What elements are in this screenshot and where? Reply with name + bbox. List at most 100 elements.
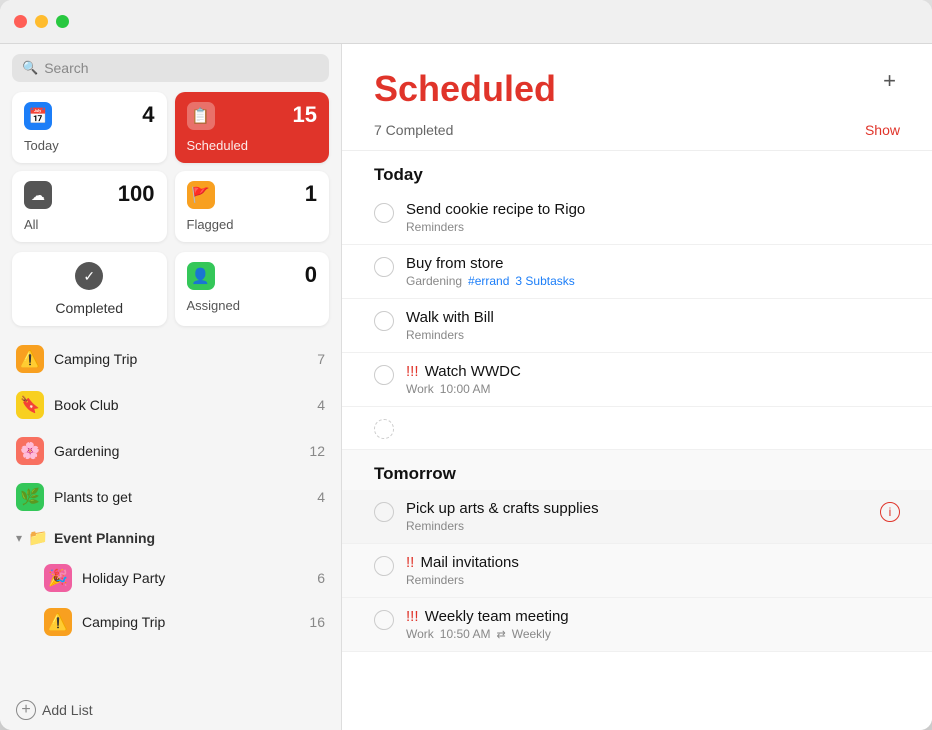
maximize-button[interactable] bbox=[56, 15, 69, 28]
reminder-item-walk-bill[interactable]: Walk with Bill Reminders bbox=[342, 299, 932, 353]
reminder-item-empty[interactable] bbox=[342, 407, 932, 450]
camping-trip-sub-count: 16 bbox=[309, 614, 325, 630]
reminder-title-text: Pick up arts & crafts supplies bbox=[406, 500, 599, 517]
reminder-circle-dashed[interactable] bbox=[374, 419, 394, 439]
scheduled-label: Scheduled bbox=[187, 138, 318, 153]
sub-list-item-holiday-party[interactable]: 🎉 Holiday Party 6 bbox=[0, 556, 341, 600]
reminder-time: 10:50 AM bbox=[440, 627, 491, 641]
list-item-plants-to-get[interactable]: 🌿 Plants to get 4 bbox=[0, 474, 341, 520]
reminder-item-buy-store[interactable]: Buy from store Gardening #errand 3 Subta… bbox=[342, 245, 932, 299]
reminder-circle[interactable] bbox=[374, 203, 394, 223]
reminder-title: !! Mail invitations bbox=[406, 554, 900, 571]
reminder-subtitle: Work 10:00 AM bbox=[406, 382, 900, 396]
reminder-list-name: Reminders bbox=[406, 519, 464, 533]
today-section-header: Today bbox=[342, 151, 932, 191]
smart-card-all[interactable]: ☁ 100 All bbox=[12, 171, 167, 242]
reminder-list-name: Work bbox=[406, 627, 434, 641]
reminder-title: !!! Watch WWDC bbox=[406, 363, 900, 380]
camping-trip-name: Camping Trip bbox=[54, 351, 307, 367]
reminder-circle[interactable] bbox=[374, 257, 394, 277]
assigned-count: 0 bbox=[305, 262, 317, 288]
add-list-label: Add List bbox=[42, 702, 93, 718]
all-icon: ☁ bbox=[24, 181, 52, 209]
camping-trip-icon: ⚠️ bbox=[16, 345, 44, 373]
gardening-count: 12 bbox=[309, 443, 325, 459]
reminder-content: !! Mail invitations Reminders bbox=[406, 554, 900, 587]
priority-indicator: !!! bbox=[406, 363, 419, 380]
smart-card-completed[interactable]: ✓ Completed bbox=[12, 252, 167, 326]
list-item-camping-trip[interactable]: ⚠️ Camping Trip 7 bbox=[0, 336, 341, 382]
completed-card-label: Completed bbox=[55, 300, 123, 316]
reminder-title: Buy from store bbox=[406, 255, 900, 272]
info-icon[interactable]: i bbox=[880, 502, 900, 522]
group-folder-icon: 📁 bbox=[28, 528, 48, 548]
reminder-item-pickup-arts[interactable]: Pick up arts & crafts supplies Reminders… bbox=[342, 490, 932, 544]
add-list-button[interactable]: + Add List bbox=[0, 690, 341, 730]
reminder-circle[interactable] bbox=[374, 610, 394, 630]
search-bar[interactable]: 🔍 Search bbox=[12, 54, 329, 82]
reminder-content: !!! Watch WWDC Work 10:00 AM bbox=[406, 363, 900, 396]
list-item-gardening[interactable]: 🌸 Gardening 12 bbox=[0, 428, 341, 474]
reminder-title: Send cookie recipe to Rigo bbox=[406, 201, 900, 218]
smart-card-today[interactable]: 📅 4 Today bbox=[12, 92, 167, 163]
reminder-subtitle: Gardening #errand 3 Subtasks bbox=[406, 274, 900, 288]
reminder-circle[interactable] bbox=[374, 502, 394, 522]
tomorrow-section-header: Tomorrow bbox=[342, 450, 932, 490]
main-header: Scheduled + bbox=[342, 44, 932, 118]
content-area: 🔍 Search 📅 4 Today 📋 15 bbox=[0, 44, 932, 730]
smart-card-flagged[interactable]: 🚩 1 Flagged bbox=[175, 171, 330, 242]
minimize-button[interactable] bbox=[35, 15, 48, 28]
scheduled-icon: 📋 bbox=[187, 102, 215, 130]
reminder-title-text: Mail invitations bbox=[421, 554, 519, 571]
tomorrow-section: Tomorrow Pick up arts & crafts supplies … bbox=[342, 450, 932, 652]
reminder-content: Buy from store Gardening #errand 3 Subta… bbox=[406, 255, 900, 288]
holiday-party-icon: 🎉 bbox=[44, 564, 72, 592]
reminder-circle[interactable] bbox=[374, 556, 394, 576]
titlebar bbox=[0, 0, 932, 44]
reminder-title-text: Walk with Bill bbox=[406, 309, 494, 326]
plants-count: 4 bbox=[317, 489, 325, 505]
assigned-icon: 👤 bbox=[187, 262, 215, 290]
reminder-item-send-cookie[interactable]: Send cookie recipe to Rigo Reminders bbox=[342, 191, 932, 245]
smart-card-scheduled[interactable]: 📋 15 Scheduled bbox=[175, 92, 330, 163]
list-item-book-club[interactable]: 🔖 Book Club 4 bbox=[0, 382, 341, 428]
scheduled-count: 15 bbox=[293, 102, 317, 128]
traffic-lights bbox=[14, 15, 69, 28]
reminder-list-name: Gardening bbox=[406, 274, 462, 288]
reminder-circle[interactable] bbox=[374, 311, 394, 331]
subtask-badge: 3 Subtasks bbox=[515, 274, 574, 288]
group-label: Event Planning bbox=[54, 530, 155, 546]
book-club-icon: 🔖 bbox=[16, 391, 44, 419]
gardening-name: Gardening bbox=[54, 443, 299, 459]
holiday-party-count: 6 bbox=[317, 570, 325, 586]
reminder-subtitle: Reminders bbox=[406, 573, 900, 587]
plants-icon: 🌿 bbox=[16, 483, 44, 511]
reminder-title-text: Buy from store bbox=[406, 255, 504, 272]
smart-card-assigned[interactable]: 👤 0 Assigned bbox=[175, 252, 330, 326]
page-title: Scheduled bbox=[374, 68, 556, 110]
reminder-subtitle: Reminders bbox=[406, 328, 900, 342]
group-event-planning[interactable]: ▾ 📁 Event Planning bbox=[0, 520, 341, 556]
reminder-title: !!! Weekly team meeting bbox=[406, 608, 900, 625]
close-button[interactable] bbox=[14, 15, 27, 28]
reminder-content: Walk with Bill Reminders bbox=[406, 309, 900, 342]
add-reminder-button[interactable]: + bbox=[879, 68, 900, 94]
sub-list-item-camping-trip[interactable]: ⚠️ Camping Trip 16 bbox=[0, 600, 341, 644]
reminder-subtitle: Work 10:50 AM ⇄ Weekly bbox=[406, 627, 900, 641]
reminder-content: Pick up arts & crafts supplies Reminders bbox=[406, 500, 868, 533]
reminder-item-mail-invitations[interactable]: !! Mail invitations Reminders bbox=[342, 544, 932, 598]
app-window: 🔍 Search 📅 4 Today 📋 15 bbox=[0, 0, 932, 730]
today-icon: 📅 bbox=[24, 102, 52, 130]
reminder-item-weekly-meeting[interactable]: !!! Weekly team meeting Work 10:50 AM ⇄ … bbox=[342, 598, 932, 652]
show-completed-button[interactable]: Show bbox=[865, 122, 900, 138]
holiday-party-name: Holiday Party bbox=[82, 570, 307, 586]
reminder-title-text: Weekly team meeting bbox=[425, 608, 569, 625]
book-club-name: Book Club bbox=[54, 397, 307, 413]
group-chevron-icon: ▾ bbox=[16, 531, 22, 545]
reminder-time: 10:00 AM bbox=[440, 382, 491, 396]
reminder-item-watch-wwdc[interactable]: !!! Watch WWDC Work 10:00 AM bbox=[342, 353, 932, 407]
reminder-subtitle: Reminders bbox=[406, 220, 900, 234]
completed-bar: 7 Completed Show bbox=[342, 118, 932, 151]
reminder-title-text: Send cookie recipe to Rigo bbox=[406, 201, 585, 218]
reminder-circle[interactable] bbox=[374, 365, 394, 385]
